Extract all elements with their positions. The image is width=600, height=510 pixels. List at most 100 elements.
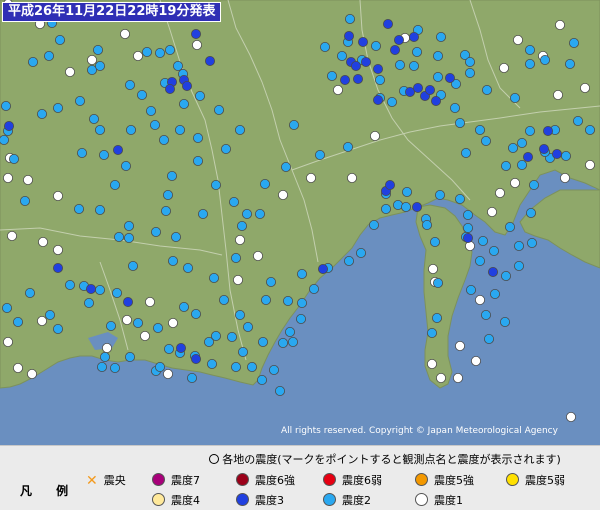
station-marker-s1[interactable]: [369, 130, 380, 141]
station-marker-s1[interactable]: [22, 174, 33, 185]
station-marker-s2[interactable]: [514, 240, 525, 251]
station-marker-s2[interactable]: [106, 320, 117, 331]
station-marker-s2[interactable]: [454, 118, 465, 129]
station-marker-s2[interactable]: [480, 309, 491, 320]
station-marker-s2[interactable]: [141, 47, 152, 58]
station-marker-s2[interactable]: [124, 232, 135, 243]
station-marker-s2[interactable]: [268, 364, 279, 375]
station-marker-s1[interactable]: [305, 172, 316, 183]
station-marker-s2[interactable]: [500, 270, 511, 281]
station-marker-s2[interactable]: [257, 336, 268, 347]
station-marker-s2[interactable]: [460, 147, 471, 158]
station-marker-s3[interactable]: [424, 85, 435, 96]
station-marker-s2[interactable]: [265, 276, 276, 287]
station-marker-s2[interactable]: [296, 297, 307, 308]
station-marker-s2[interactable]: [561, 150, 572, 161]
station-marker-s2[interactable]: [277, 337, 288, 348]
station-marker-s1[interactable]: [3, 172, 13, 183]
station-marker-s3[interactable]: [350, 61, 361, 72]
station-marker-s2[interactable]: [132, 317, 143, 328]
station-marker-s1[interactable]: [494, 187, 505, 198]
station-marker-s2[interactable]: [100, 351, 111, 362]
station-marker-s2[interactable]: [174, 125, 185, 136]
station-marker-s3[interactable]: [389, 45, 400, 56]
station-marker-s2[interactable]: [401, 186, 412, 197]
station-marker-s2[interactable]: [164, 45, 175, 56]
station-marker-s2[interactable]: [429, 236, 440, 247]
station-marker-s2[interactable]: [507, 142, 518, 153]
station-marker-s2[interactable]: [525, 59, 536, 70]
station-marker-s2[interactable]: [308, 283, 319, 294]
station-marker-s3[interactable]: [487, 266, 498, 277]
station-marker-s3[interactable]: [444, 73, 455, 84]
station-marker-s2[interactable]: [124, 220, 135, 231]
station-marker-s2[interactable]: [242, 321, 253, 332]
station-marker-s2[interactable]: [192, 132, 203, 143]
station-marker-s1[interactable]: [553, 90, 564, 101]
station-marker-s3[interactable]: [430, 96, 441, 107]
station-marker-s2[interactable]: [136, 90, 147, 101]
station-marker-s2[interactable]: [488, 245, 499, 256]
station-marker-s2[interactable]: [145, 106, 156, 117]
station-marker-s1[interactable]: [555, 19, 566, 30]
station-marker-s2[interactable]: [75, 96, 86, 107]
station-marker-s2[interactable]: [374, 75, 385, 86]
station-marker-s2[interactable]: [464, 57, 475, 68]
station-marker-s2[interactable]: [182, 262, 193, 273]
station-marker-s1[interactable]: [346, 172, 357, 183]
station-marker-s2[interactable]: [89, 114, 100, 125]
station-marker-s2[interactable]: [172, 61, 183, 72]
station-marker-s3[interactable]: [372, 64, 383, 75]
station-marker-s2[interactable]: [295, 313, 306, 324]
station-marker-s1[interactable]: [132, 51, 143, 62]
station-marker-s1[interactable]: [498, 63, 509, 74]
station-marker-s2[interactable]: [160, 205, 171, 216]
station-marker-s2[interactable]: [280, 161, 291, 172]
station-marker-s2[interactable]: [284, 326, 295, 337]
station-marker-s2[interactable]: [514, 260, 525, 271]
station-marker-s2[interactable]: [525, 126, 536, 137]
station-marker-s3[interactable]: [552, 148, 563, 159]
station-marker-s2[interactable]: [432, 51, 443, 62]
station-marker-s3[interactable]: [372, 95, 383, 106]
station-marker-s2[interactable]: [167, 255, 178, 266]
station-marker-s2[interactable]: [421, 219, 432, 230]
station-marker-s2[interactable]: [12, 316, 23, 327]
station-marker-s3[interactable]: [357, 37, 368, 48]
station-marker-s1[interactable]: [427, 263, 438, 274]
station-marker-s1[interactable]: [585, 159, 596, 170]
station-marker-s3[interactable]: [462, 232, 473, 243]
station-marker-s1[interactable]: [26, 368, 37, 379]
station-marker-s1[interactable]: [435, 372, 446, 383]
station-marker-s1[interactable]: [560, 172, 571, 183]
station-marker-s2[interactable]: [386, 97, 397, 108]
station-marker-s2[interactable]: [483, 333, 494, 344]
station-marker-s2[interactable]: [394, 60, 405, 71]
station-marker-s2[interactable]: [569, 38, 580, 49]
station-marker-s1[interactable]: [454, 340, 465, 351]
station-marker-s2[interactable]: [355, 247, 366, 258]
station-marker-s2[interactable]: [449, 103, 460, 114]
station-marker-s2[interactable]: [112, 287, 123, 298]
station-marker-s2[interactable]: [234, 309, 245, 320]
station-marker-s2[interactable]: [432, 277, 443, 288]
station-marker-s2[interactable]: [226, 331, 237, 342]
station-marker-s3[interactable]: [543, 126, 554, 137]
station-marker-s1[interactable]: [12, 362, 23, 373]
station-marker-s3[interactable]: [352, 74, 363, 85]
station-marker-s2[interactable]: [110, 362, 121, 373]
station-marker-s1[interactable]: [144, 296, 155, 307]
station-marker-s2[interactable]: [210, 179, 221, 190]
station-marker-s2[interactable]: [95, 125, 106, 136]
station-marker-s2[interactable]: [246, 361, 257, 372]
station-marker-s1[interactable]: [232, 274, 243, 285]
station-marker-s1[interactable]: [452, 372, 463, 383]
station-marker-s2[interactable]: [53, 323, 64, 334]
station-marker-s2[interactable]: [152, 322, 163, 333]
station-marker-s2[interactable]: [127, 260, 138, 271]
station-marker-s2[interactable]: [426, 327, 437, 338]
station-marker-s2[interactable]: [99, 149, 110, 160]
station-marker-s2[interactable]: [230, 361, 241, 372]
station-marker-s3[interactable]: [4, 121, 14, 132]
station-marker-s2[interactable]: [237, 346, 248, 357]
